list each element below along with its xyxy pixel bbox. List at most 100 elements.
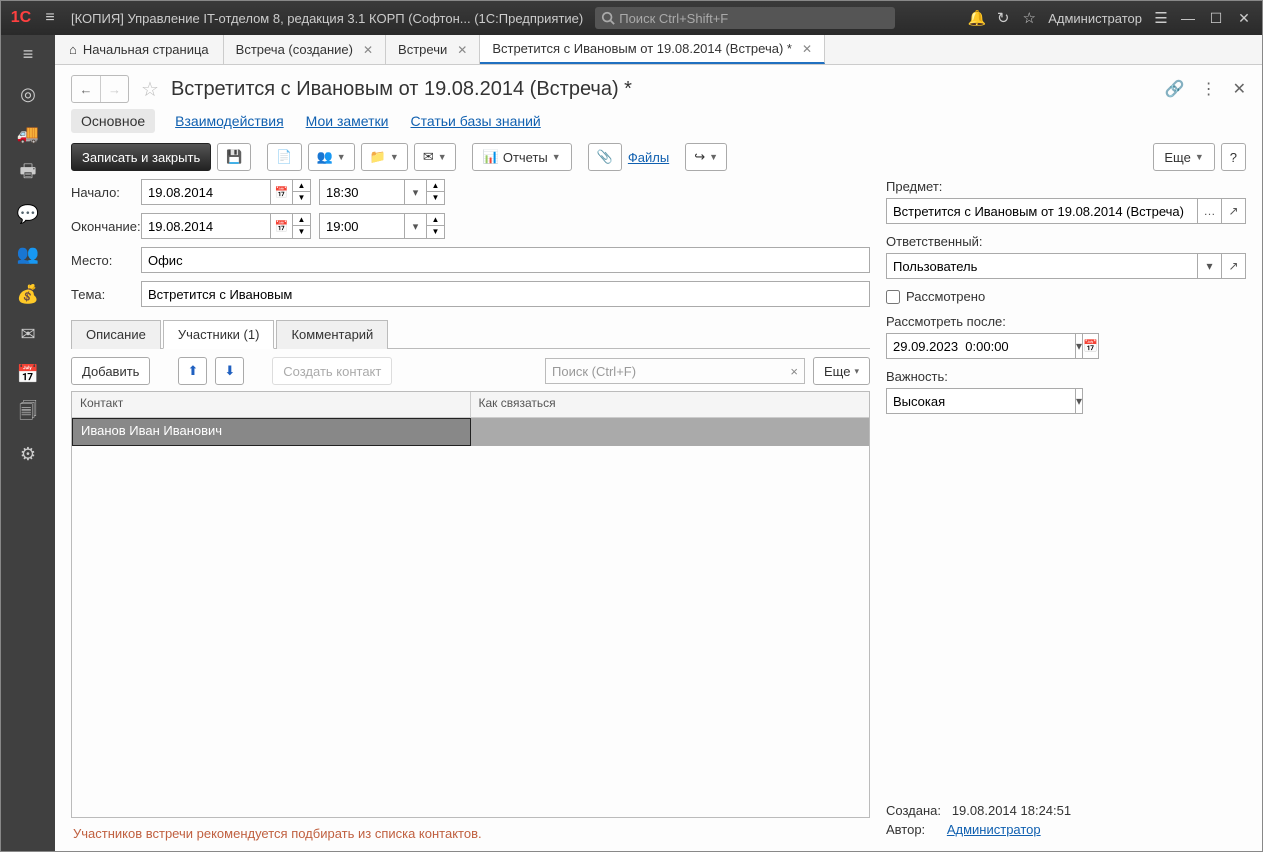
global-search-input[interactable]: Поиск Ctrl+Shift+F (595, 7, 895, 29)
open-button[interactable]: ↗ (1222, 198, 1246, 224)
calendar-icon[interactable]: 📅 (16, 363, 40, 385)
ellipsis-button[interactable]: … (1198, 198, 1222, 224)
nav-notes[interactable]: Мои заметки (304, 109, 391, 133)
close-icon[interactable]: ✕ (457, 43, 467, 57)
right-subject-input[interactable] (886, 198, 1198, 224)
dropdown-icon[interactable]: ▾ (1198, 253, 1222, 279)
panel-icon[interactable]: ☰ (1148, 9, 1174, 27)
history-icon[interactable]: ↻ (990, 9, 1016, 27)
files-link[interactable]: Файлы (628, 150, 669, 165)
maximize-button[interactable]: ☐ (1202, 10, 1230, 27)
review-after-input[interactable] (886, 333, 1076, 359)
export-button[interactable]: ↪ ▼ (685, 143, 727, 171)
user-label[interactable]: Администратор (1048, 11, 1142, 26)
more-icon[interactable]: ⋮ (1201, 79, 1217, 99)
calendar-icon[interactable]: 📅 (271, 213, 293, 239)
dropdown-icon[interactable]: ▾ (405, 213, 427, 239)
close-page-button[interactable]: ✕ (1233, 79, 1246, 99)
send-button[interactable]: ✉ ▼ (414, 143, 456, 171)
responsible-input[interactable] (886, 253, 1198, 279)
reviewed-checkbox[interactable] (886, 290, 900, 304)
folder-button[interactable]: 📁 ▼ (361, 143, 408, 171)
close-icon[interactable]: ✕ (802, 42, 812, 56)
minimize-button[interactable]: — (1174, 10, 1202, 26)
close-window-button[interactable]: ✕ (1230, 10, 1258, 27)
people-button[interactable]: 👥 ▼ (308, 143, 355, 171)
importance-input[interactable] (886, 388, 1076, 414)
place-input[interactable] (141, 247, 870, 273)
nav-kb[interactable]: Статьи базы знаний (408, 109, 542, 133)
star-icon[interactable]: ☆ (1016, 9, 1042, 27)
subject-input[interactable] (141, 281, 870, 307)
help-button[interactable]: ? (1221, 143, 1246, 171)
tab-meetings[interactable]: Встречи ✕ (386, 35, 480, 64)
main-menu-icon[interactable]: ≡ (37, 9, 63, 27)
link-icon[interactable]: 🔗 (1165, 79, 1185, 99)
gear-icon[interactable]: ⚙ (16, 443, 40, 465)
close-icon[interactable]: ✕ (363, 43, 373, 57)
calendar-icon[interactable]: 📅 (271, 179, 293, 205)
move-up-button[interactable]: ⬆ (178, 357, 207, 385)
date-spinner[interactable]: ▲▼ (293, 213, 311, 239)
time-spinner[interactable]: ▲▼ (427, 213, 445, 239)
more-button[interactable]: Еще ▼ (1153, 143, 1214, 171)
col-contact[interactable]: Контакт (72, 392, 471, 417)
forward-button[interactable]: → (100, 76, 128, 102)
add-button[interactable]: Добавить (71, 357, 150, 385)
start-date-input[interactable] (141, 179, 271, 205)
tab-label: Встреча (создание) (236, 42, 353, 57)
back-button[interactable]: ← (72, 76, 100, 102)
table-row[interactable]: Иванов Иван Иванович (72, 418, 869, 446)
tab-description[interactable]: Описание (71, 320, 161, 349)
calendar-icon[interactable]: 📅 (1083, 333, 1099, 359)
bell-icon[interactable]: 🔔 (964, 9, 990, 27)
review-after-label: Рассмотреть после: (886, 314, 1246, 329)
author-link[interactable]: Администратор (947, 822, 1041, 837)
dropdown-icon[interactable]: ▾ (1076, 388, 1083, 414)
dropdown-icon[interactable]: ▾ (1076, 333, 1083, 359)
truck-icon[interactable]: 🚚 (16, 123, 40, 145)
participants-search-input[interactable]: Поиск (Ctrl+F) × (545, 358, 805, 384)
open-button[interactable]: ↗ (1222, 253, 1246, 279)
printer-icon[interactable]: 🖶 (16, 163, 40, 185)
clear-icon[interactable]: × (790, 364, 798, 379)
chat-icon[interactable]: 💬 (16, 203, 40, 225)
nav-interactions[interactable]: Взаимодействия (173, 109, 286, 133)
mail-icon[interactable]: ✉ (16, 323, 40, 345)
end-time-input[interactable] (319, 213, 405, 239)
save-close-button[interactable]: Записать и закрыть (71, 143, 211, 171)
date-spinner[interactable]: ▲▼ (293, 179, 311, 205)
tab-comment[interactable]: Комментарий (276, 320, 388, 349)
subject-row: Тема: (71, 281, 870, 307)
participants-more-button[interactable]: Еще ▾ (813, 357, 870, 385)
favorite-star-icon[interactable]: ☆ (141, 77, 159, 102)
home-tab[interactable]: ⌂ Начальная страница (55, 35, 224, 64)
end-label: Окончание: (71, 219, 141, 234)
tab-current-meeting[interactable]: Встретится с Ивановым от 19.08.2014 (Вст… (480, 35, 825, 64)
start-time-input[interactable] (319, 179, 405, 205)
move-down-button[interactable]: ⬇ (215, 357, 244, 385)
nav-buttons: ← → (71, 75, 129, 103)
end-date-input[interactable] (141, 213, 271, 239)
time-spinner[interactable]: ▲▼ (427, 179, 445, 205)
reviewed-row[interactable]: Рассмотрено (886, 289, 1246, 304)
col-howto[interactable]: Как связаться (471, 392, 870, 417)
nav-main[interactable]: Основное (71, 109, 155, 133)
copy-icon[interactable]: 🗐 (16, 403, 40, 425)
page-title: Встретится с Ивановым от 19.08.2014 (Вст… (171, 78, 1149, 101)
clip-icon[interactable]: 📎 (588, 143, 622, 171)
reports-button[interactable]: 📊 Отчеты ▼ (472, 143, 572, 171)
menu-icon[interactable]: ≡ (16, 43, 40, 65)
left-sidebar: ≡ ◎ 🚚 🖶 💬 👥 💰 ✉ 📅 🗐 ⚙ (1, 35, 55, 851)
save-button[interactable]: 💾 (217, 143, 251, 171)
more-label: Еще (1164, 150, 1190, 165)
doc-button[interactable]: 📄 (267, 143, 301, 171)
dropdown-icon[interactable]: ▾ (405, 179, 427, 205)
users-icon[interactable]: 👥 (16, 243, 40, 265)
start-row: Начало: 📅 ▲▼ ▾ ▲▼ (71, 179, 870, 205)
page-header: ← → ☆ Встретится с Ивановым от 19.08.201… (55, 65, 1262, 109)
target-icon[interactable]: ◎ (16, 83, 40, 105)
money-icon[interactable]: 💰 (16, 283, 40, 305)
tab-meeting-create[interactable]: Встреча (создание) ✕ (224, 35, 386, 64)
tab-participants[interactable]: Участники (1) (163, 320, 275, 349)
